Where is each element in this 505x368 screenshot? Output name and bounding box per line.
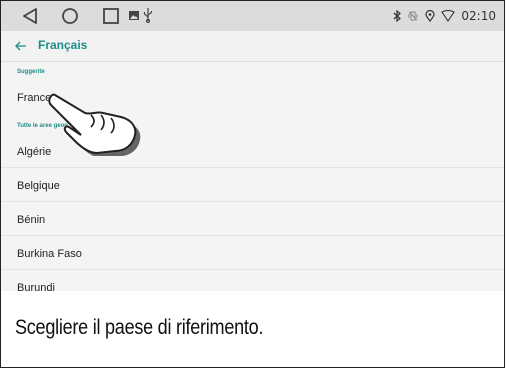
list-item-burundi[interactable]: Burundi <box>1 270 504 291</box>
usb-icon <box>143 8 153 23</box>
back-arrow-icon[interactable] <box>14 39 28 53</box>
list-item-benin[interactable]: Bénin <box>1 202 504 236</box>
nav-home-icon[interactable] <box>60 6 80 26</box>
nav-back-icon[interactable] <box>20 6 40 26</box>
list-item-label: Burundi <box>17 282 55 291</box>
status-bar: 02:10 <box>1 1 504 31</box>
pointing-hand-icon <box>48 93 141 156</box>
instruction-caption: Scegliere il paese di riferimento. <box>15 316 264 339</box>
image-icon <box>129 11 139 20</box>
nav-recents-icon[interactable] <box>101 6 121 26</box>
section-label-suggested: Suggerite <box>17 69 45 75</box>
list-item-label: Burkina Faso <box>17 248 82 260</box>
wifi-icon <box>441 10 456 22</box>
bluetooth-icon <box>394 10 402 22</box>
list-item-label: Bénin <box>17 214 46 226</box>
location-icon <box>425 10 436 22</box>
page-title: Français <box>38 38 88 52</box>
status-icons: 02:10 <box>393 1 496 31</box>
caption-area: Scegliere il paese di riferimento. <box>1 291 504 367</box>
app-header: Français <box>1 31 504 62</box>
list-item-belgique[interactable]: Belgique <box>1 168 504 202</box>
status-time: 02:10 <box>461 9 496 23</box>
vibrate-icon <box>408 11 418 21</box>
screenshot-frame: 02:10 Français Suggerite France Tutte le… <box>0 0 505 368</box>
list-item-burkina-faso[interactable]: Burkina Faso <box>1 236 504 270</box>
list-item-label: Belgique <box>17 180 60 192</box>
